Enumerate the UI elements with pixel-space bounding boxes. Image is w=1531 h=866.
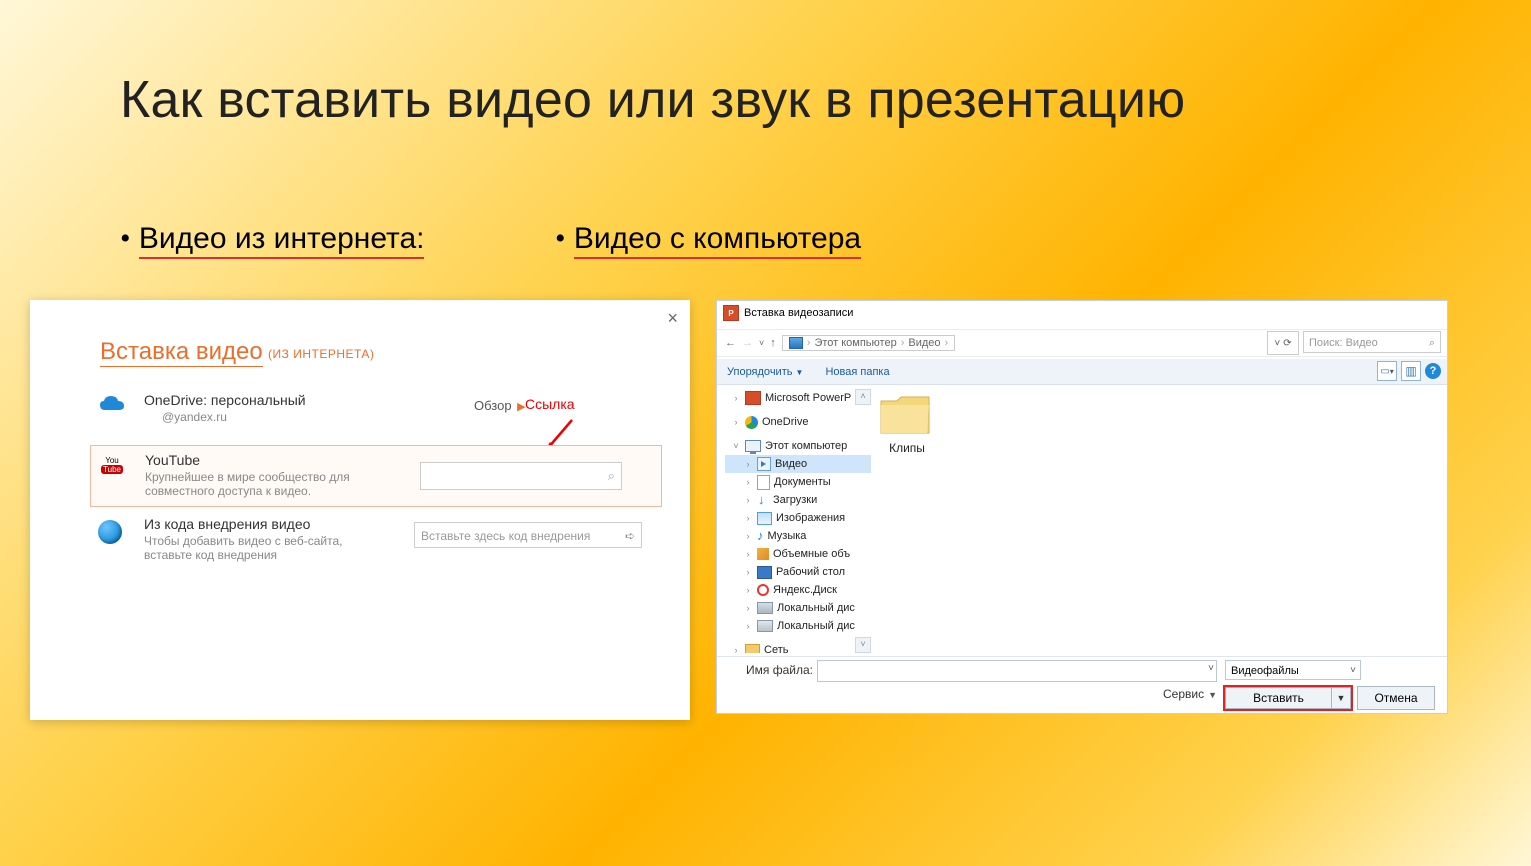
file-open-dialog: P Вставка видеозаписи ← → ˅ ↑ › Этот ком…	[716, 300, 1448, 714]
folder-tree: ˄ ›Microsoft PowerP ›OneDrive ˅Этот комп…	[725, 389, 871, 653]
chevron-right-icon: ▶	[517, 401, 525, 413]
scroll-down-icon[interactable]: ˅	[855, 637, 871, 653]
nav-forward-icon[interactable]: →	[742, 337, 753, 349]
dialog-title-bar: P Вставка видеозаписи	[723, 305, 853, 321]
folder-icon	[789, 337, 803, 349]
yandex-disk-icon	[757, 584, 769, 596]
close-icon[interactable]: ×	[667, 308, 678, 329]
video-icon	[757, 457, 771, 471]
folder-icon	[877, 391, 933, 437]
tree-localdisk2[interactable]: ›Локальный дис	[725, 617, 871, 635]
scroll-up-icon[interactable]: ˄	[855, 389, 871, 405]
tree-music[interactable]: ›♪Музыка	[725, 527, 871, 545]
powerpoint-icon: P	[723, 305, 739, 321]
help-icon[interactable]: ?	[1425, 363, 1441, 379]
music-icon: ♪	[757, 530, 764, 542]
tree-video[interactable]: ›Видео	[725, 455, 871, 473]
youtube-subtitle: Крупнейшее в мире сообщество для совмест…	[145, 470, 405, 498]
toolbar: Упорядочить ▼ Новая папка	[717, 359, 1447, 385]
onedrive-icon	[745, 416, 758, 429]
chevron-down-icon: ˅	[1350, 661, 1356, 681]
embed-code-input[interactable]: Вставьте здесь код внедрения ➪	[414, 522, 642, 548]
network-icon	[745, 644, 760, 654]
chevron-down-icon[interactable]: ˅	[759, 338, 764, 348]
refresh-button[interactable]: ˅⟳	[1267, 331, 1299, 355]
nav-back-icon[interactable]: ←	[725, 337, 736, 349]
folder-label: Клипы	[877, 441, 937, 455]
pc-icon	[745, 440, 761, 452]
file-list[interactable]: Клипы	[877, 391, 1439, 653]
filetype-select[interactable]: Видеофайлы˅	[1225, 660, 1361, 680]
tree-3dobjects[interactable]: ›Объемные объ	[725, 545, 871, 563]
breadcrumb[interactable]: › Этот компьютер › Видео ›	[782, 335, 955, 351]
view-controls: ▭▾ ▥ ?	[1377, 361, 1441, 381]
desktop-icon	[757, 566, 772, 579]
view-icons-button[interactable]: ▭▾	[1377, 361, 1397, 381]
disk-icon	[757, 620, 773, 632]
tree-downloads[interactable]: ›Загрузки	[725, 491, 871, 509]
bullet-computer: • Видео с компьютера	[555, 222, 861, 256]
tree-onedrive[interactable]: ›OneDrive	[725, 413, 871, 431]
cloud-icon	[98, 394, 126, 414]
onedrive-title: OneDrive: персональный	[144, 392, 306, 408]
tree-localdisk1[interactable]: ›Локальный дис	[725, 599, 871, 617]
onedrive-subtitle: @yandex.ru	[162, 410, 422, 424]
tree-desktop[interactable]: ›Рабочий стол	[725, 563, 871, 581]
nav-up-icon[interactable]: ↑	[770, 337, 776, 349]
insert-online-video-dialog: × Вставка видео (ИЗ ИНТЕРНЕТА) Ссылка On…	[30, 300, 690, 720]
cancel-button[interactable]: Отмена	[1357, 686, 1435, 710]
organize-button[interactable]: Упорядочить ▼	[727, 366, 803, 378]
source-onedrive[interactable]: OneDrive: персональный @yandex.ru Обзор …	[90, 388, 660, 438]
search-icon: ⌕	[1429, 332, 1435, 354]
chevron-down-icon: ▼	[1208, 690, 1217, 700]
tree-powerpoint[interactable]: ›Microsoft PowerP	[725, 389, 871, 407]
slide-title: Как вставить видео или звук в презентаци…	[120, 70, 1185, 130]
image-icon	[757, 512, 772, 525]
arrow-right-icon: ➪	[625, 523, 635, 549]
embed-title: Из кода внедрения видео	[144, 516, 310, 532]
youtube-icon: YouTube	[99, 456, 125, 474]
tree-yandexdisk[interactable]: ›Яндекс.Диск	[725, 581, 871, 599]
box-icon	[757, 548, 769, 560]
youtube-title: YouTube	[145, 452, 200, 468]
new-folder-button[interactable]: Новая папка	[825, 366, 889, 378]
tools-button[interactable]: Сервис▼	[1163, 687, 1217, 701]
insert-button[interactable]: Вставить ▼	[1223, 685, 1353, 711]
view-details-button[interactable]: ▥	[1401, 361, 1421, 381]
globe-icon	[98, 520, 122, 544]
dialog-footer: Имя файла: ˅ Видеофайлы˅ Сервис▼ Вставит…	[717, 656, 1447, 713]
chevron-down-icon: ▼	[796, 368, 804, 377]
tree-thispc[interactable]: ˅Этот компьютер	[725, 437, 871, 455]
insert-dropdown-icon[interactable]: ▼	[1332, 687, 1351, 709]
dialog-heading: Вставка видео	[100, 338, 263, 367]
disk-icon	[757, 602, 773, 614]
chevron-down-icon[interactable]: ˅	[1208, 663, 1214, 674]
dialog-subheading: (ИЗ ИНТЕРНЕТА)	[268, 347, 374, 361]
tree-images[interactable]: ›Изображения	[725, 509, 871, 527]
filename-input[interactable]: ˅	[817, 660, 1217, 682]
download-icon	[757, 494, 769, 506]
folder-item[interactable]: Клипы	[877, 391, 937, 455]
filename-label: Имя файла:	[746, 663, 813, 677]
youtube-search-input[interactable]: ⌕	[420, 462, 622, 490]
document-icon	[757, 475, 770, 490]
embed-subtitle: Чтобы добавить видео с веб-сайта, вставь…	[144, 534, 374, 562]
search-input[interactable]: Поиск: Видео⌕	[1303, 331, 1441, 353]
tree-network[interactable]: ›Сеть	[725, 641, 871, 653]
bullet-internet: • Видео из интернета:	[120, 222, 424, 256]
search-icon: ⌕	[608, 468, 615, 484]
browse-button[interactable]: Обзор ▶	[474, 398, 526, 413]
tree-documents[interactable]: ›Документы	[725, 473, 871, 491]
